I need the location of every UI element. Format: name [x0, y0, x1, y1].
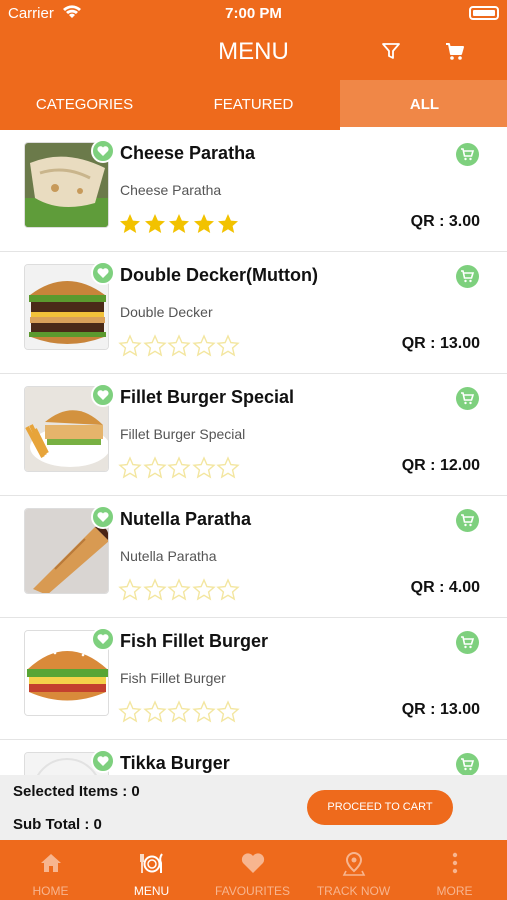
- page-title: MENU: [218, 38, 289, 65]
- favourite-heart-icon[interactable]: [91, 627, 115, 651]
- star-empty-icon[interactable]: [118, 700, 142, 724]
- add-to-cart-icon[interactable]: [456, 265, 479, 288]
- star-empty-icon[interactable]: [167, 700, 191, 724]
- star-empty-icon[interactable]: [142, 700, 167, 724]
- item-description: Cheese Paratha: [120, 182, 222, 198]
- list-item[interactable]: Tikka Burger: [0, 740, 507, 775]
- app-header: MENU: [0, 28, 507, 80]
- add-to-cart-icon[interactable]: [456, 387, 479, 410]
- star-filled-icon[interactable]: [118, 212, 142, 236]
- nav-label: TRACK NOW: [316, 884, 391, 898]
- star-empty-icon[interactable]: [167, 456, 191, 480]
- star-empty-icon[interactable]: [216, 456, 240, 480]
- menu-item-list[interactable]: Cheese Paratha Cheese Paratha QR : 3.00: [0, 130, 507, 775]
- nav-label: MENU: [133, 884, 170, 898]
- star-empty-icon[interactable]: [191, 700, 216, 724]
- nav-more[interactable]: MORE: [404, 840, 505, 900]
- star-empty-icon[interactable]: [118, 334, 142, 358]
- star-filled-icon[interactable]: [167, 212, 191, 236]
- add-to-cart-icon[interactable]: [456, 631, 479, 654]
- proceed-to-cart-button[interactable]: PROCEED TO CART: [307, 790, 453, 825]
- cart-icon[interactable]: [444, 40, 466, 62]
- star-rating[interactable]: [118, 334, 248, 358]
- star-empty-icon[interactable]: [216, 578, 240, 602]
- item-price: QR : 13.00: [401, 701, 480, 718]
- star-empty-icon[interactable]: [191, 578, 216, 602]
- list-item[interactable]: Fillet Burger Special Fillet Burger Spec…: [0, 374, 507, 496]
- star-empty-icon[interactable]: [167, 334, 191, 358]
- item-name: Cheese Paratha: [120, 143, 256, 163]
- nav-home[interactable]: HOME: [0, 840, 101, 900]
- item-name: Nutella Paratha: [120, 509, 252, 529]
- star-empty-icon[interactable]: [142, 334, 167, 358]
- star-filled-icon[interactable]: [216, 212, 240, 236]
- tab-categories[interactable]: CATEGORIES: [0, 80, 169, 130]
- location-icon: [342, 851, 366, 876]
- star-empty-icon[interactable]: [216, 334, 240, 358]
- list-item[interactable]: Cheese Paratha Cheese Paratha QR : 3.00: [0, 130, 507, 252]
- nav-label: HOME: [32, 884, 69, 898]
- star-empty-icon[interactable]: [142, 456, 167, 480]
- star-rating[interactable]: [118, 212, 248, 236]
- item-name: Fish Fillet Burger: [120, 631, 269, 651]
- item-price: QR : 12.00: [401, 457, 480, 474]
- star-rating[interactable]: [118, 456, 248, 480]
- add-to-cart-icon[interactable]: [456, 509, 479, 532]
- nav-track-now[interactable]: TRACK NOW: [303, 840, 404, 900]
- favourite-heart-icon[interactable]: [91, 749, 115, 773]
- item-price: QR : 4.00: [410, 579, 480, 596]
- item-name: Double Decker(Mutton): [120, 265, 318, 285]
- item-name: Tikka Burger: [120, 753, 230, 773]
- bottom-navigation: HOME MENU FAVOURITES TRACK NOW MORE: [0, 840, 507, 900]
- star-empty-icon[interactable]: [191, 456, 216, 480]
- item-price: QR : 13.00: [401, 335, 480, 352]
- tab-all[interactable]: ALL: [340, 80, 507, 130]
- item-name: Fillet Burger Special: [120, 387, 295, 407]
- star-empty-icon[interactable]: [167, 578, 191, 602]
- star-empty-icon[interactable]: [118, 578, 142, 602]
- menu-icon: [140, 853, 163, 873]
- item-price: QR : 3.00: [410, 213, 480, 230]
- cart-summary: Selected Items : 0 Sub Total : 0 PROCEED…: [0, 775, 507, 840]
- sub-total: Sub Total : 0: [13, 816, 102, 833]
- star-rating[interactable]: [118, 700, 248, 724]
- star-rating[interactable]: [118, 578, 248, 602]
- star-filled-icon[interactable]: [143, 212, 167, 236]
- filter-icon[interactable]: [380, 40, 402, 62]
- favourite-heart-icon[interactable]: [91, 261, 115, 285]
- item-description: Fish Fillet Burger: [120, 670, 226, 686]
- add-to-cart-icon[interactable]: [456, 143, 479, 166]
- add-to-cart-icon[interactable]: [456, 753, 479, 775]
- nav-favourites[interactable]: FAVOURITES: [202, 840, 303, 900]
- nav-label: MORE: [436, 884, 473, 898]
- clock: 7:00 PM: [225, 5, 282, 22]
- star-empty-icon[interactable]: [142, 578, 167, 602]
- menu-tabs: CATEGORIES FEATURED ALL: [0, 80, 507, 130]
- list-item[interactable]: Double Decker(Mutton) Double Decker QR :…: [0, 252, 507, 374]
- item-description: Nutella Paratha: [120, 548, 217, 564]
- heart-icon: [241, 853, 265, 873]
- favourite-heart-icon[interactable]: [91, 139, 115, 163]
- item-description: Double Decker: [120, 304, 213, 320]
- home-icon: [41, 854, 61, 872]
- item-description: Fillet Burger Special: [120, 426, 246, 442]
- favourite-heart-icon[interactable]: [91, 505, 115, 529]
- battery-icon: [469, 6, 499, 20]
- status-bar: Carrier 7:00 PM: [0, 0, 507, 28]
- more-icon: [452, 852, 458, 874]
- nav-label: FAVOURITES: [214, 884, 291, 898]
- star-empty-icon[interactable]: [118, 456, 142, 480]
- nav-menu[interactable]: MENU: [101, 840, 202, 900]
- list-item[interactable]: Fish Fillet Burger Fish Fillet Burger QR…: [0, 618, 507, 740]
- star-empty-icon[interactable]: [216, 700, 240, 724]
- favourite-heart-icon[interactable]: [91, 383, 115, 407]
- star-filled-icon[interactable]: [192, 212, 216, 236]
- selected-items-count: Selected Items : 0: [13, 783, 140, 800]
- star-empty-icon[interactable]: [191, 334, 216, 358]
- tab-featured[interactable]: FEATURED: [169, 80, 338, 130]
- list-item[interactable]: Nutella Paratha Nutella Paratha QR : 4.0…: [0, 496, 507, 618]
